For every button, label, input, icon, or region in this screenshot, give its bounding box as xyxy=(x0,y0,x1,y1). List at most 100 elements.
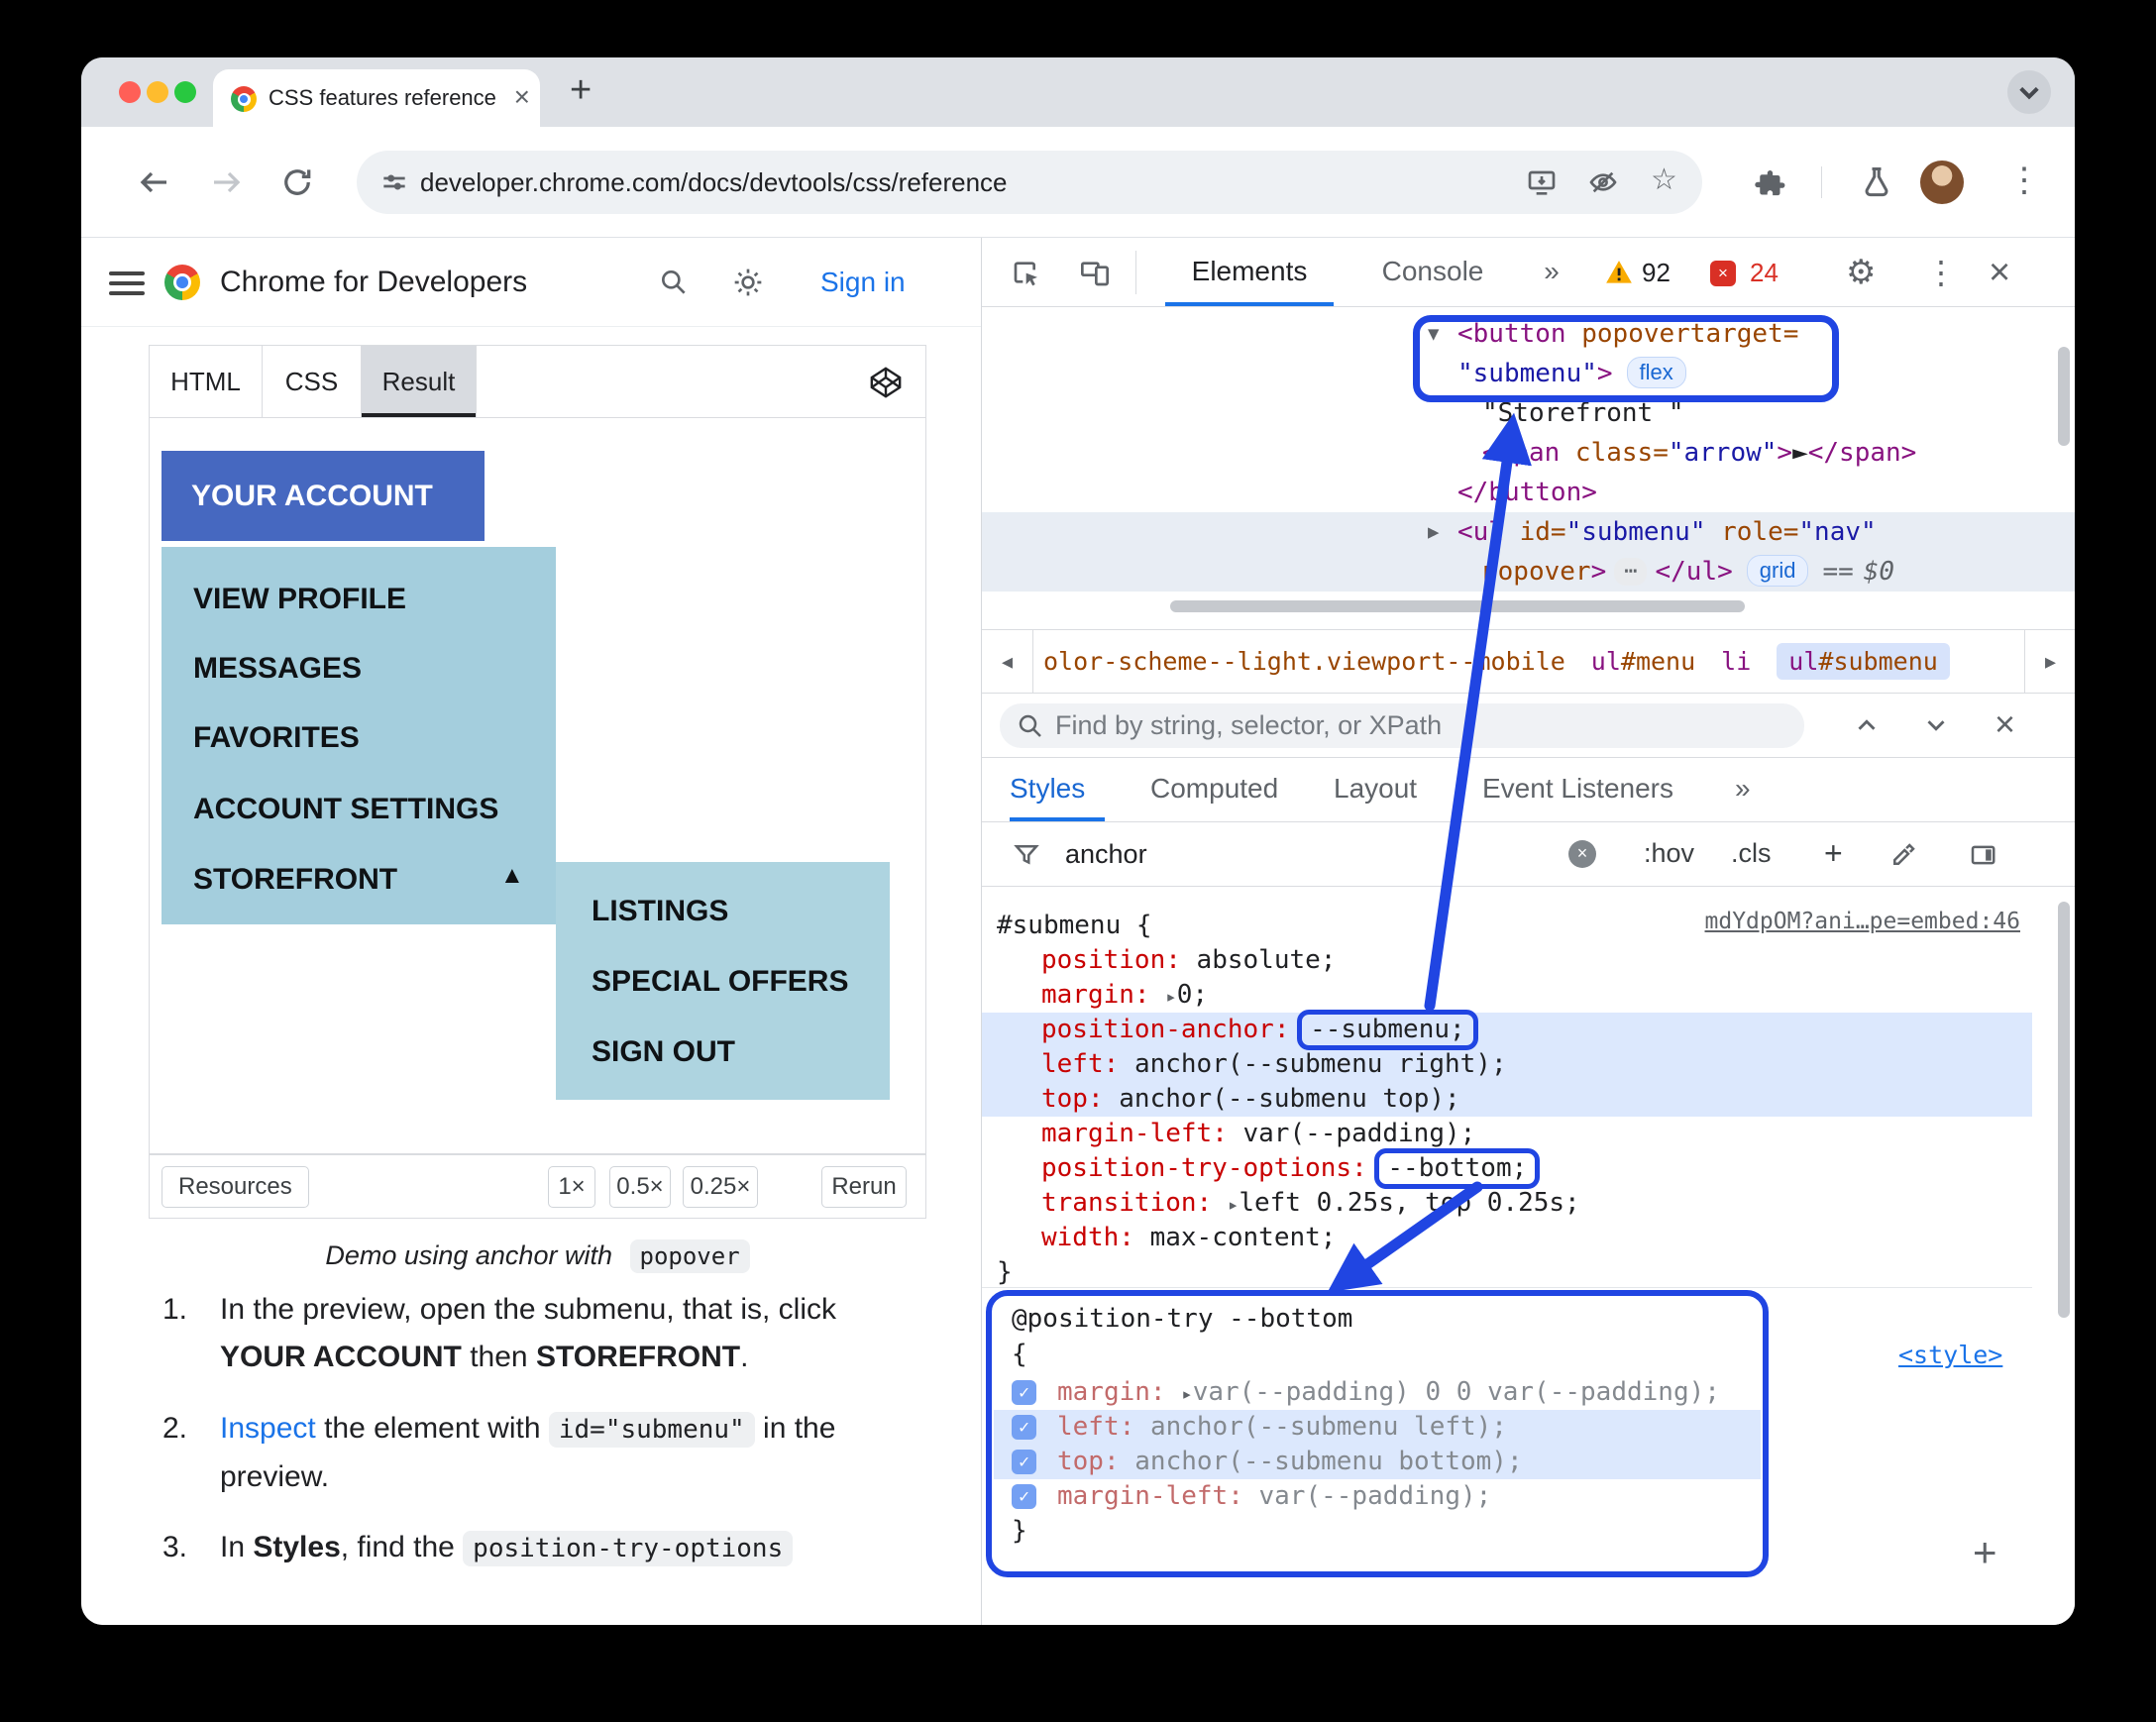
css-declaration[interactable]: ✓ margin▸var(--padding) 0 0 var(--padding… xyxy=(994,1375,1761,1410)
scale-1x-button[interactable]: 1× xyxy=(548,1166,595,1208)
sign-in-link[interactable]: Sign in xyxy=(820,238,906,327)
find-close-icon[interactable]: × xyxy=(1994,694,2015,758)
profile-avatar[interactable] xyxy=(1920,161,1964,204)
expand-icon[interactable]: ▶ xyxy=(1428,512,1439,552)
rerun-button[interactable]: Rerun xyxy=(821,1166,907,1208)
tab-console[interactable]: Console xyxy=(1363,238,1502,307)
find-input[interactable] xyxy=(1055,703,1779,748)
expand-icon[interactable]: ▸ xyxy=(1181,1383,1192,1405)
error-icon[interactable]: × xyxy=(1710,261,1736,286)
scale-05x-button[interactable]: 0.5× xyxy=(609,1166,671,1208)
search-icon[interactable] xyxy=(658,267,690,298)
styles-vertical-scrollbar[interactable] xyxy=(2058,902,2070,1318)
extensions-puzzle-icon[interactable] xyxy=(1752,166,1787,202)
css-declaration-position-try-options[interactable]: position-try-options--bottom; xyxy=(982,1148,2032,1189)
traffic-light-close[interactable] xyxy=(119,81,141,103)
more-panes-icon[interactable]: » xyxy=(1735,758,1751,822)
chrome-logo[interactable] xyxy=(164,265,200,300)
settings-gear-icon[interactable]: ⚙ xyxy=(1846,238,1876,307)
css-declaration[interactable]: ✓ leftanchor(--submenu left); xyxy=(994,1410,1761,1445)
site-brand-title[interactable]: Chrome for Developers xyxy=(220,238,527,327)
expand-icon[interactable]: ▸ xyxy=(1165,986,1176,1008)
dom-node-ul-submenu[interactable]: ▶ <ul id="submenu" role="nav" xyxy=(982,512,2075,552)
dom-node-ul-submenu-wrap[interactable]: popover> ⋯ </ul> grid == $0 xyxy=(982,552,2075,592)
device-toolbar-icon[interactable] xyxy=(1079,257,1111,288)
codepen-icon[interactable] xyxy=(869,366,903,399)
brush-icon[interactable] xyxy=(1888,840,1918,870)
rule-source-link[interactable]: mdYdpOM?ani…pe=embed:46 xyxy=(1705,909,2021,934)
crumb-ul-submenu-selected[interactable]: ul#submenu xyxy=(1777,643,1950,680)
inspect-element-icon[interactable] xyxy=(1010,257,1041,288)
hamburger-menu-icon[interactable] xyxy=(109,271,145,295)
tab-computed[interactable]: Computed xyxy=(1150,758,1278,822)
crumb-scroll-right-icon[interactable]: ▸ xyxy=(2024,630,2075,693)
forward-icon[interactable] xyxy=(208,164,244,200)
tab-event-listeners[interactable]: Event Listeners xyxy=(1482,758,1673,822)
more-tabs-icon[interactable]: » xyxy=(1532,238,1571,307)
css-declaration[interactable]: ✓ topanchor(--submenu bottom); xyxy=(994,1445,1761,1479)
submenu-item-special-offers[interactable]: SPECIAL OFFERS xyxy=(592,957,848,1007)
expand-icon[interactable]: ▸ xyxy=(1228,1194,1239,1216)
menu-item-view-profile[interactable]: VIEW PROFILE xyxy=(193,575,406,624)
toggle-classes-button[interactable]: .cls xyxy=(1731,822,1772,887)
dom-vertical-scrollbar[interactable] xyxy=(2058,347,2070,446)
at-rule-header[interactable]: @position-try --bottom xyxy=(1012,1304,1352,1334)
labs-flask-icon[interactable] xyxy=(1859,164,1894,200)
filter-input[interactable] xyxy=(1065,822,1442,887)
css-declaration[interactable]: ✓ margin-leftvar(--padding); xyxy=(994,1479,1761,1514)
devtools-kebab-icon[interactable]: ⋮ xyxy=(1925,238,1957,307)
menu-item-account-settings[interactable]: ACCOUNT SETTINGS xyxy=(193,785,498,834)
css-declaration[interactable]: topanchor(--submenu top); xyxy=(982,1082,2032,1117)
submenu-item-listings[interactable]: LISTINGS xyxy=(592,887,728,936)
site-settings-icon[interactable] xyxy=(378,166,410,198)
horizontal-scrollbar[interactable] xyxy=(1170,600,1745,612)
toggle-hover-state-button[interactable]: :hov xyxy=(1644,822,1694,887)
reload-icon[interactable] xyxy=(279,164,315,200)
eye-off-icon[interactable] xyxy=(1587,166,1619,198)
expand-children-icon[interactable]: ⋯ xyxy=(1614,558,1648,586)
declaration-checkbox[interactable]: ✓ xyxy=(1012,1484,1036,1509)
new-style-rule-button[interactable]: + xyxy=(1824,822,1843,887)
css-declaration[interactable]: leftanchor(--submenu right); xyxy=(982,1047,2032,1082)
new-tab-button[interactable]: + xyxy=(570,57,592,127)
tab-search-button[interactable] xyxy=(2007,70,2051,114)
css-declaration[interactable]: positionabsolute; xyxy=(982,943,2032,978)
traffic-light-minimize[interactable] xyxy=(147,81,168,103)
bookmark-star-icon[interactable]: ☆ xyxy=(1651,162,1682,196)
tab-styles[interactable]: Styles xyxy=(1010,758,1085,822)
tab-html[interactable]: HTML xyxy=(150,346,263,417)
crumb-scroll-left-icon[interactable]: ◂ xyxy=(982,630,1033,693)
declaration-checkbox[interactable]: ✓ xyxy=(1012,1380,1036,1405)
crumb-li[interactable]: li xyxy=(1721,647,1751,676)
tab-layout[interactable]: Layout xyxy=(1334,758,1417,822)
filter-clear-icon[interactable]: × xyxy=(1568,840,1596,868)
find-previous-icon[interactable] xyxy=(1852,710,1882,740)
resources-button[interactable]: Resources xyxy=(162,1166,309,1208)
find-next-icon[interactable] xyxy=(1921,710,1951,740)
tab-result[interactable]: Result xyxy=(362,346,477,417)
css-declaration-position-anchor[interactable]: position-anchor--submenu; xyxy=(982,1010,2032,1050)
tab-elements[interactable]: Elements xyxy=(1165,238,1334,307)
menu-item-messages[interactable]: MESSAGES xyxy=(193,644,362,694)
declaration-checkbox[interactable]: ✓ xyxy=(1012,1450,1036,1474)
browser-menu-kebab-icon[interactable]: ⋮ xyxy=(2007,127,2041,238)
css-declaration[interactable]: widthmax-content; xyxy=(982,1221,2032,1255)
tab-close-icon[interactable]: × xyxy=(514,69,530,127)
declaration-checkbox[interactable]: ✓ xyxy=(1012,1415,1036,1440)
grid-badge[interactable]: grid xyxy=(1746,555,1809,587)
theme-sun-icon[interactable] xyxy=(732,267,764,298)
tab-css[interactable]: CSS xyxy=(263,346,362,417)
add-style-rule-button[interactable]: + xyxy=(1973,1529,1997,1576)
dock-right-icon[interactable] xyxy=(1968,840,1997,870)
traffic-light-zoom[interactable] xyxy=(174,81,196,103)
error-count[interactable]: 24 xyxy=(1750,238,1779,307)
devtools-close-icon[interactable]: × xyxy=(1989,238,2010,307)
storefront-expand-icon[interactable]: ▲ xyxy=(500,862,524,890)
crumb-body-classes[interactable]: olor-scheme--light.viewport--mobile xyxy=(1043,647,1565,676)
menu-item-favorites[interactable]: FAVORITES xyxy=(193,713,360,763)
warning-icon[interactable] xyxy=(1604,259,1634,285)
submenu-item-sign-out[interactable]: SIGN OUT xyxy=(592,1027,735,1077)
address-bar[interactable]: developer.chrome.com/docs/devtools/css/r… xyxy=(357,151,1702,214)
warning-count[interactable]: 92 xyxy=(1642,238,1671,307)
browser-tab[interactable]: CSS features reference | Chr × xyxy=(213,69,540,127)
